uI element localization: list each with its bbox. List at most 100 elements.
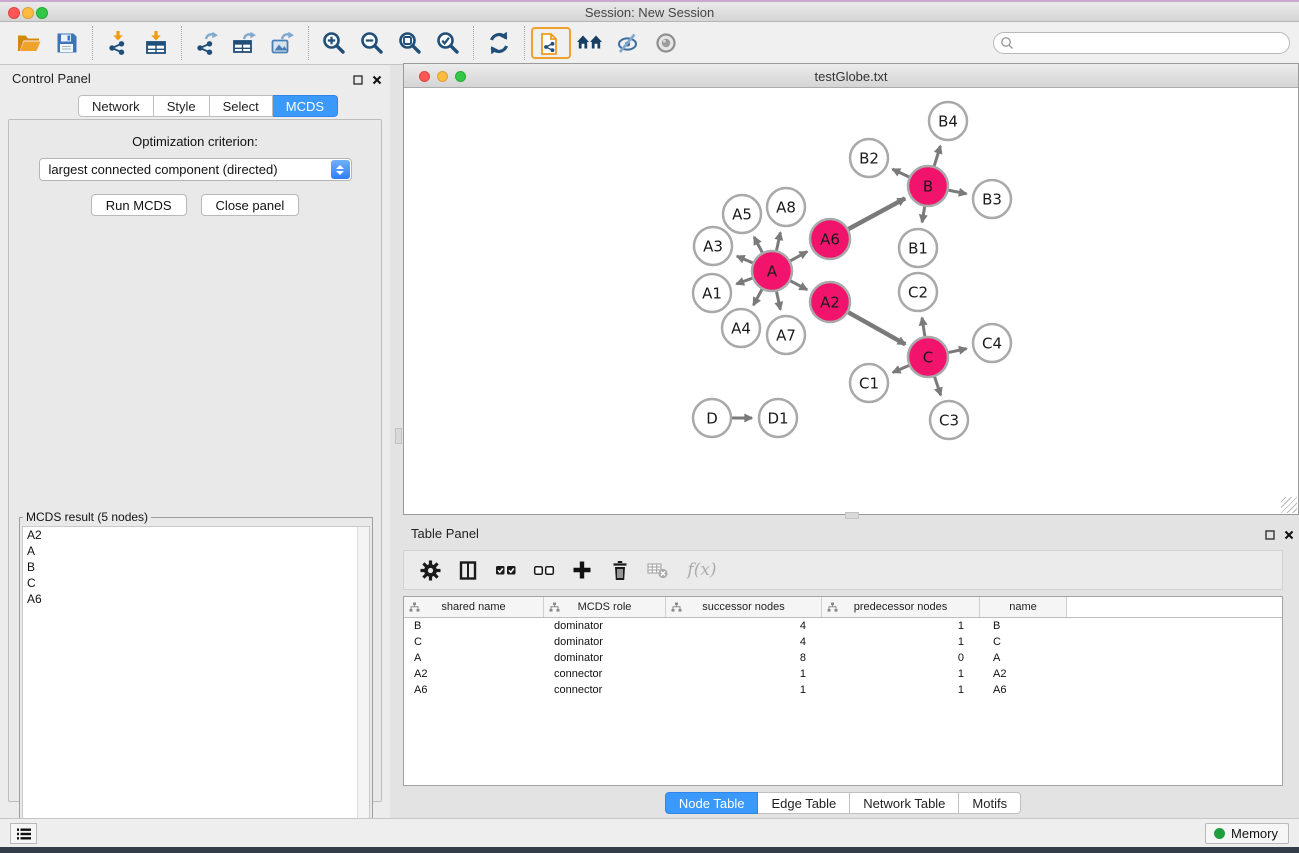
task-history-button[interactable] bbox=[10, 823, 37, 844]
graph-node-D[interactable]: D bbox=[693, 399, 731, 437]
vertical-divider-handle[interactable] bbox=[395, 428, 402, 444]
table-cell[interactable]: dominator bbox=[544, 620, 666, 632]
graph-node-B2[interactable]: B2 bbox=[850, 139, 888, 177]
deselect-all-icon[interactable] bbox=[532, 558, 556, 582]
network-window-titlebar[interactable]: testGlobe.txt bbox=[404, 64, 1298, 88]
eye-icon[interactable] bbox=[647, 27, 685, 59]
criterion-select[interactable]: largest connected component (directed) bbox=[39, 158, 352, 181]
table-cell[interactable]: A6 bbox=[980, 684, 1067, 696]
gear-icon[interactable] bbox=[418, 558, 442, 582]
horizontal-divider-handle[interactable] bbox=[845, 512, 859, 519]
column-header-successor-nodes[interactable]: successor nodes bbox=[666, 597, 822, 617]
table-cell[interactable]: 1 bbox=[822, 636, 980, 648]
table-cell[interactable]: 1 bbox=[666, 668, 822, 680]
tab-node-table[interactable]: Node Table bbox=[665, 792, 759, 814]
graph-node-A2[interactable]: A2 bbox=[810, 282, 850, 322]
result-list-item[interactable]: B bbox=[23, 559, 369, 575]
table-cell[interactable]: dominator bbox=[544, 636, 666, 648]
network-graph[interactable]: B4B2BB3A8A5A6A3B1AA1C2A2A4A7C4CC1DD1C3 bbox=[404, 88, 1298, 514]
table-cell[interactable]: A2 bbox=[980, 668, 1067, 680]
tab-select[interactable]: Select bbox=[210, 95, 273, 117]
table-cell[interactable]: connector bbox=[544, 668, 666, 680]
tab-style[interactable]: Style bbox=[154, 95, 210, 117]
table-cell[interactable]: connector bbox=[544, 684, 666, 696]
result-scrollbar[interactable] bbox=[357, 527, 369, 843]
graph-node-B[interactable]: B bbox=[908, 166, 948, 206]
mcds-result-list[interactable]: A2ABCA6 bbox=[22, 526, 370, 844]
table-cell[interactable]: A bbox=[404, 652, 544, 664]
result-list-item[interactable]: C bbox=[23, 575, 369, 591]
table-cell[interactable]: 1 bbox=[666, 684, 822, 696]
tab-motifs[interactable]: Motifs bbox=[959, 792, 1021, 814]
graph-edge-C-C3[interactable] bbox=[934, 376, 941, 395]
float-table-panel-icon[interactable] bbox=[1265, 527, 1275, 545]
graph-node-A4[interactable]: A4 bbox=[722, 309, 760, 347]
graph-node-C4[interactable]: C4 bbox=[973, 324, 1011, 362]
export-table-icon[interactable] bbox=[226, 27, 264, 59]
resize-grip-icon[interactable] bbox=[1281, 497, 1297, 513]
zoom-fit-icon[interactable] bbox=[391, 27, 429, 59]
table-cell[interactable]: 0 bbox=[822, 652, 980, 664]
table-row[interactable]: Adominator80A bbox=[404, 650, 1282, 666]
graph-edge-C-C2[interactable] bbox=[922, 318, 925, 338]
table-cell[interactable]: A2 bbox=[404, 668, 544, 680]
graph-node-C1[interactable]: C1 bbox=[850, 364, 888, 402]
node-table[interactable]: shared nameMCDS rolesuccessor nodesprede… bbox=[403, 596, 1283, 786]
graph-node-A8[interactable]: A8 bbox=[767, 188, 805, 226]
graph-edge-A2-C[interactable] bbox=[847, 312, 905, 345]
search-input[interactable] bbox=[993, 32, 1290, 54]
table-cell[interactable]: 1 bbox=[822, 620, 980, 632]
graph-edge-A-A3[interactable] bbox=[737, 256, 754, 263]
graph-node-C2[interactable]: C2 bbox=[899, 273, 937, 311]
table-cell[interactable]: 4 bbox=[666, 636, 822, 648]
graph-node-A7[interactable]: A7 bbox=[767, 316, 805, 354]
houses-icon[interactable] bbox=[571, 27, 609, 59]
eye-slash-icon[interactable] bbox=[609, 27, 647, 59]
tab-network[interactable]: Network bbox=[78, 95, 154, 117]
table-cell[interactable]: B bbox=[404, 620, 544, 632]
graph-node-C3[interactable]: C3 bbox=[930, 401, 968, 439]
trash-icon[interactable] bbox=[608, 558, 632, 582]
graph-edge-C-C4[interactable] bbox=[948, 349, 967, 353]
table-row[interactable]: Cdominator41C bbox=[404, 634, 1282, 650]
result-list-item[interactable]: A bbox=[23, 543, 369, 559]
column-header-name[interactable]: name bbox=[980, 597, 1067, 617]
table-cell[interactable]: 8 bbox=[666, 652, 822, 664]
graph-edge-A-A1[interactable] bbox=[736, 278, 753, 284]
tab-mcds[interactable]: MCDS bbox=[273, 95, 338, 117]
graph-node-B3[interactable]: B3 bbox=[973, 180, 1011, 218]
graph-node-B1[interactable]: B1 bbox=[899, 229, 937, 267]
graph-edge-C-C1[interactable] bbox=[893, 365, 910, 372]
export-image-icon[interactable] bbox=[264, 27, 302, 59]
result-list-item[interactable]: A2 bbox=[23, 527, 369, 543]
table-cell[interactable]: dominator bbox=[544, 652, 666, 664]
graph-edge-A-A2[interactable] bbox=[790, 280, 808, 289]
graph-edge-A-A7[interactable] bbox=[776, 291, 780, 310]
refresh-layout-icon[interactable] bbox=[480, 27, 518, 59]
columns-icon[interactable] bbox=[456, 558, 480, 582]
table-cell[interactable]: A6 bbox=[404, 684, 544, 696]
table-cell[interactable]: 1 bbox=[822, 684, 980, 696]
table-row[interactable]: A2connector11A2 bbox=[404, 666, 1282, 682]
zoom-selected-icon[interactable] bbox=[429, 27, 467, 59]
graph-edge-B-B1[interactable] bbox=[922, 206, 925, 223]
column-header-predecessor-nodes[interactable]: predecessor nodes bbox=[822, 597, 980, 617]
export-network-icon[interactable] bbox=[188, 27, 226, 59]
network-canvas[interactable]: B4B2BB3A8A5A6A3B1AA1C2A2A4A7C4CC1DD1C3 bbox=[404, 88, 1298, 514]
table-cell[interactable]: B bbox=[980, 620, 1067, 632]
graph-edge-B-B3[interactable] bbox=[948, 190, 967, 194]
close-panel-icon[interactable] bbox=[372, 72, 382, 90]
close-panel-button[interactable]: Close panel bbox=[201, 194, 300, 216]
graph-node-A[interactable]: A bbox=[752, 251, 792, 291]
result-list-item[interactable]: A6 bbox=[23, 591, 369, 607]
table-row[interactable]: Bdominator41B bbox=[404, 618, 1282, 634]
graph-edge-A-A5[interactable] bbox=[754, 237, 763, 253]
zoom-in-icon[interactable] bbox=[315, 27, 353, 59]
graph-edge-B-B4[interactable] bbox=[934, 146, 941, 167]
add-icon[interactable] bbox=[570, 558, 594, 582]
save-session-icon[interactable] bbox=[48, 27, 86, 59]
open-session-folder-icon[interactable] bbox=[10, 27, 48, 59]
import-table-icon[interactable] bbox=[137, 27, 175, 59]
table-cell[interactable]: 4 bbox=[666, 620, 822, 632]
graph-edge-A-A8[interactable] bbox=[776, 232, 780, 251]
